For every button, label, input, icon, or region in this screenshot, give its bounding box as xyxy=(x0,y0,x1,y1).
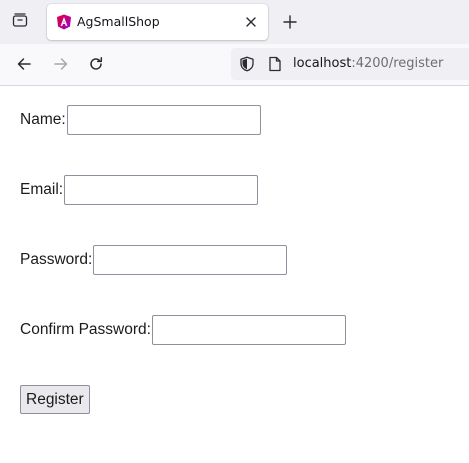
page-icon[interactable] xyxy=(267,56,283,72)
confirm-password-label: Confirm Password: xyxy=(20,321,151,338)
arrow-right-icon xyxy=(54,58,68,70)
navigation-toolbar: localhost:4200/register xyxy=(0,44,469,86)
password-input[interactable] xyxy=(93,245,288,275)
tab-list-button[interactable] xyxy=(6,8,34,36)
url-path: :4200/register xyxy=(351,56,444,71)
shield-icon[interactable] xyxy=(239,56,255,72)
email-input[interactable] xyxy=(64,175,259,205)
tab-agsmallshop[interactable]: AgSmallShop xyxy=(47,4,268,40)
reload-icon xyxy=(90,57,103,70)
confirm-password-row: Confirm Password: xyxy=(20,315,346,345)
register-button[interactable]: Register xyxy=(20,385,90,414)
confirm-password-input[interactable] xyxy=(151,315,346,345)
email-label: Email: xyxy=(20,181,64,198)
close-icon xyxy=(246,17,256,27)
back-button[interactable] xyxy=(10,50,38,78)
password-row: Password: xyxy=(20,245,288,275)
name-row: Name: xyxy=(20,105,261,135)
tab-strip: AgSmallShop xyxy=(0,0,469,44)
reload-button[interactable] xyxy=(82,50,110,78)
register-form: Name: Email: Password: Confirm Password:… xyxy=(0,86,469,463)
arrow-left-icon xyxy=(17,58,31,70)
email-row: Email: xyxy=(20,175,259,205)
tab-list-icon xyxy=(12,12,28,32)
password-label: Password: xyxy=(20,251,93,268)
url-host: localhost xyxy=(293,56,352,71)
name-input[interactable] xyxy=(66,105,261,135)
plus-icon xyxy=(283,15,297,29)
close-tab-button[interactable] xyxy=(241,12,261,32)
url-text: localhost:4200/register xyxy=(293,56,443,72)
angular-logo-icon xyxy=(56,14,72,30)
name-label: Name: xyxy=(20,111,66,128)
address-bar[interactable]: localhost:4200/register xyxy=(231,48,469,80)
new-tab-button[interactable] xyxy=(276,8,304,36)
forward-button[interactable] xyxy=(47,50,75,78)
browser-window: AgSmallShop localhost:4200/register Name… xyxy=(0,0,469,463)
tab-title: AgSmallShop xyxy=(77,14,160,29)
